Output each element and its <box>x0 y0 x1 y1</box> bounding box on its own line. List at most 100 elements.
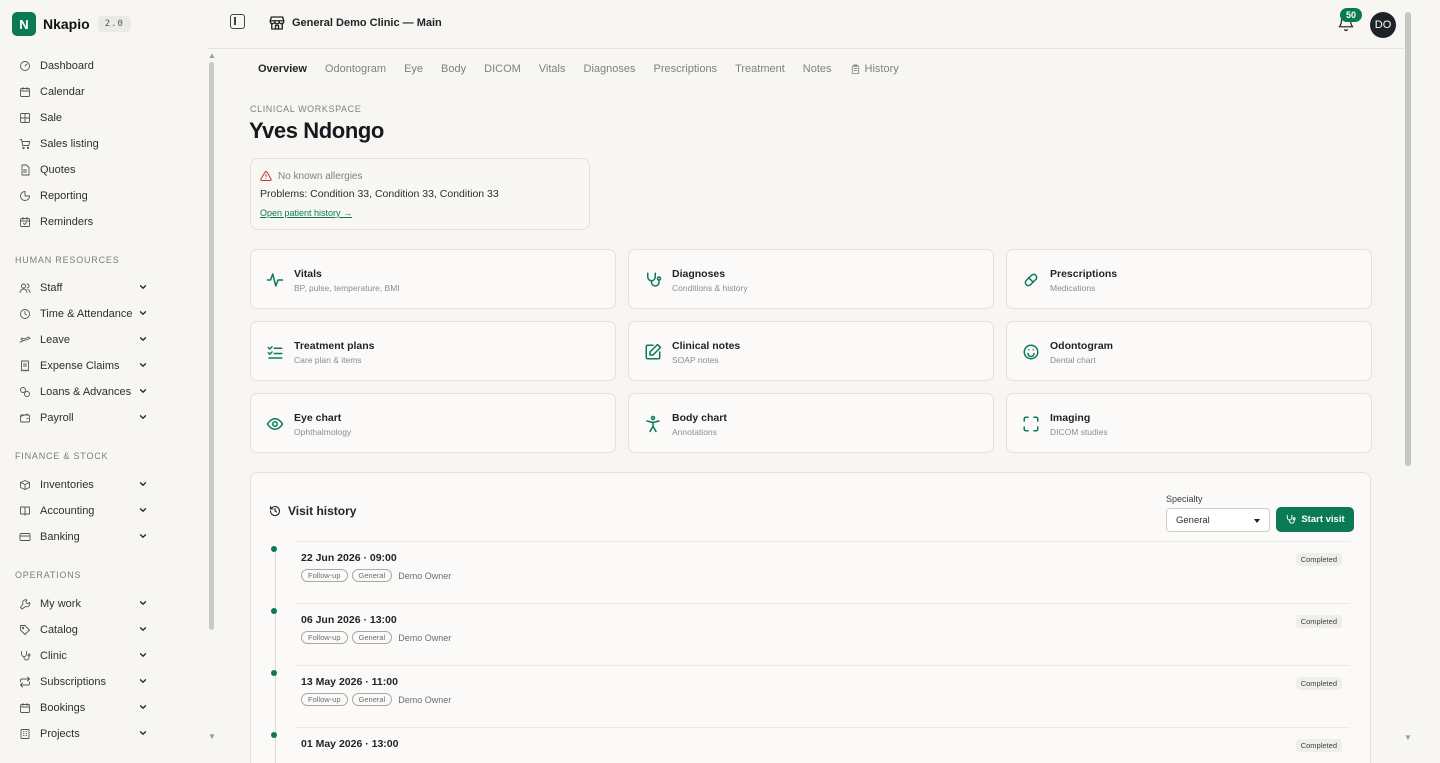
chevron-down-icon[interactable] <box>138 282 148 292</box>
chevron-down-icon[interactable] <box>138 479 148 489</box>
visit-specialty-tag: General <box>351 631 393 644</box>
avatar[interactable]: DO <box>1370 12 1396 38</box>
chevron-down-icon[interactable] <box>138 702 148 712</box>
sidebar-section-finance-and-stock: FINANCE & STOCK <box>15 451 109 461</box>
specialty-select[interactable]: General <box>1166 508 1270 532</box>
timeline-line <box>275 548 276 763</box>
card-treatment-plans[interactable]: Treatment plans Care plan & items <box>250 321 616 381</box>
visit-row[interactable]: 13 May 2026 · 11:00 Follow-up General Demo … <box>271 665 1350 718</box>
tag-icon <box>18 623 32 637</box>
sidebar-toggle-icon[interactable] <box>230 14 245 29</box>
sidebar-scroll-down[interactable]: ▼ <box>208 732 216 741</box>
status-badge: Completed <box>1295 553 1342 566</box>
status-badge: Completed <box>1295 739 1342 752</box>
visit-row[interactable]: 22 Jun 2026 · 09:00 Follow-up General Demo … <box>271 541 1350 594</box>
sidebar-item-quotes[interactable]: Quotes <box>14 159 154 181</box>
tab-notes[interactable]: Notes <box>803 63 832 75</box>
chevron-down-icon[interactable] <box>138 360 148 370</box>
tab-odontogram[interactable]: Odontogram <box>325 63 386 75</box>
card-odontogram[interactable]: Odontogram Dental chart <box>1006 321 1372 381</box>
open-history-link[interactable]: Open patient history → <box>260 208 352 218</box>
chevron-down-icon[interactable] <box>138 531 148 541</box>
tab-label: Diagnoses <box>583 63 636 75</box>
sidebar-item-staff[interactable]: Staff <box>14 277 154 299</box>
tab-label: Body <box>441 63 467 75</box>
workspace-tabs: Overview Odontogram Eye Body DICOM Vitals Diag… <box>258 63 917 75</box>
sidebar-item-bookings[interactable]: Bookings <box>14 697 154 719</box>
chevron-down-icon[interactable] <box>138 334 148 344</box>
sidebar-item-loans-and-advances[interactable]: Loans & Advances <box>14 381 154 403</box>
tab-eye[interactable]: Eye <box>404 63 423 75</box>
chevron-down-icon[interactable] <box>138 386 148 396</box>
allergy-line: No known allergies <box>260 170 363 182</box>
visit-row[interactable]: 01 May 2026 · 13:00 Completed <box>271 727 1350 763</box>
card-clinical-notes[interactable]: Clinical notes SOAP notes <box>628 321 994 381</box>
brand[interactable]: N Nkapio 2.0 <box>12 12 131 36</box>
sidebar-item-label: Sales listing <box>40 138 99 150</box>
sidebar-item-payroll[interactable]: Payroll <box>14 407 154 429</box>
card-vitals[interactable]: Vitals BP, pulse, temperature, BMI <box>250 249 616 309</box>
sidebar-item-calendar[interactable]: Calendar <box>14 81 154 103</box>
receipt-icon <box>18 359 32 373</box>
tab-treatment[interactable]: Treatment <box>735 63 785 75</box>
sidebar-item-reminders[interactable]: Reminders <box>14 211 154 233</box>
main-scroll-down[interactable]: ▼ <box>1404 733 1412 742</box>
card-title: Odontogram <box>1050 340 1113 352</box>
store-name: General Demo Clinic — Main <box>292 17 442 29</box>
sidebar-item-accounting[interactable]: Accounting <box>14 500 154 522</box>
sidebar-scrollbar[interactable] <box>209 62 214 630</box>
sidebar-item-time-and-attendance[interactable]: Time & Attendance <box>14 303 154 325</box>
visit-specialty-tag: General <box>351 569 393 582</box>
sidebar-item-inventories[interactable]: Inventories <box>14 474 154 496</box>
sidebar-item-banking[interactable]: Banking <box>14 526 154 548</box>
sidebar-item-expense-claims[interactable]: Expense Claims <box>14 355 154 377</box>
chevron-down-icon[interactable] <box>138 676 148 686</box>
card-subtitle: Annotations <box>672 427 717 437</box>
sidebar-item-catalog[interactable]: Catalog <box>14 619 154 641</box>
card-prescriptions[interactable]: Prescriptions Medications <box>1006 249 1372 309</box>
store-switcher[interactable]: General Demo Clinic — Main <box>268 14 442 32</box>
sidebar-item-label: Leave <box>40 334 70 346</box>
start-visit-button[interactable]: Start visit <box>1276 507 1354 532</box>
chevron-down-icon[interactable] <box>138 412 148 422</box>
sidebar-item-leave[interactable]: Leave <box>14 329 154 351</box>
sidebar-item-projects[interactable]: Projects <box>14 723 154 745</box>
tab-overview[interactable]: Overview <box>258 63 307 75</box>
card-subtitle: Conditions & history <box>672 283 748 293</box>
sidebar-scroll-up[interactable]: ▲ <box>208 51 216 60</box>
sidebar-item-subscriptions[interactable]: Subscriptions <box>14 671 154 693</box>
sidebar-item-sales-listing[interactable]: Sales listing <box>14 133 154 155</box>
sidebar-item-dashboard[interactable]: Dashboard <box>14 55 154 77</box>
main-scrollbar[interactable] <box>1405 12 1411 466</box>
sidebar-item-clinic[interactable]: Clinic <box>14 645 154 667</box>
status-badge: Completed <box>1295 615 1342 628</box>
card-body-chart[interactable]: Body chart Annotations <box>628 393 994 453</box>
card-title: Vitals <box>294 268 322 280</box>
chevron-down-icon[interactable] <box>138 598 148 608</box>
tab-prescriptions[interactable]: Prescriptions <box>653 63 717 75</box>
sidebar-item-my-work[interactable]: My work <box>14 593 154 615</box>
sidebar-item-sale[interactable]: Sale <box>14 107 154 129</box>
scan-icon <box>1022 415 1040 433</box>
chevron-down-icon[interactable] <box>138 728 148 738</box>
tab-vitals[interactable]: Vitals <box>539 63 566 75</box>
person-icon <box>644 415 662 433</box>
card-imaging[interactable]: Imaging DICOM studies <box>1006 393 1372 453</box>
sidebar-item-reporting[interactable]: Reporting <box>14 185 154 207</box>
chevron-down-icon[interactable] <box>138 505 148 515</box>
problems-text: Problems: Condition 33, Condition 33, Co… <box>260 188 499 200</box>
calendar-icon <box>18 85 32 99</box>
visit-row[interactable]: 06 Jun 2026 · 13:00 Follow-up General Demo … <box>271 603 1350 656</box>
box-icon <box>18 478 32 492</box>
chevron-down-icon[interactable] <box>138 650 148 660</box>
tab-dicom[interactable]: DICOM <box>484 63 521 75</box>
card-diagnoses[interactable]: Diagnoses Conditions & history <box>628 249 994 309</box>
chevron-down-icon[interactable] <box>138 308 148 318</box>
card-eye-chart[interactable]: Eye chart Ophthalmology <box>250 393 616 453</box>
tab-diagnoses[interactable]: Diagnoses <box>584 63 636 75</box>
tab-label: Prescriptions <box>653 63 718 75</box>
tab-body[interactable]: Body <box>441 63 466 75</box>
chevron-down-icon[interactable] <box>138 624 148 634</box>
tab-history[interactable]: History <box>850 63 899 75</box>
timeline-dot <box>271 670 277 676</box>
